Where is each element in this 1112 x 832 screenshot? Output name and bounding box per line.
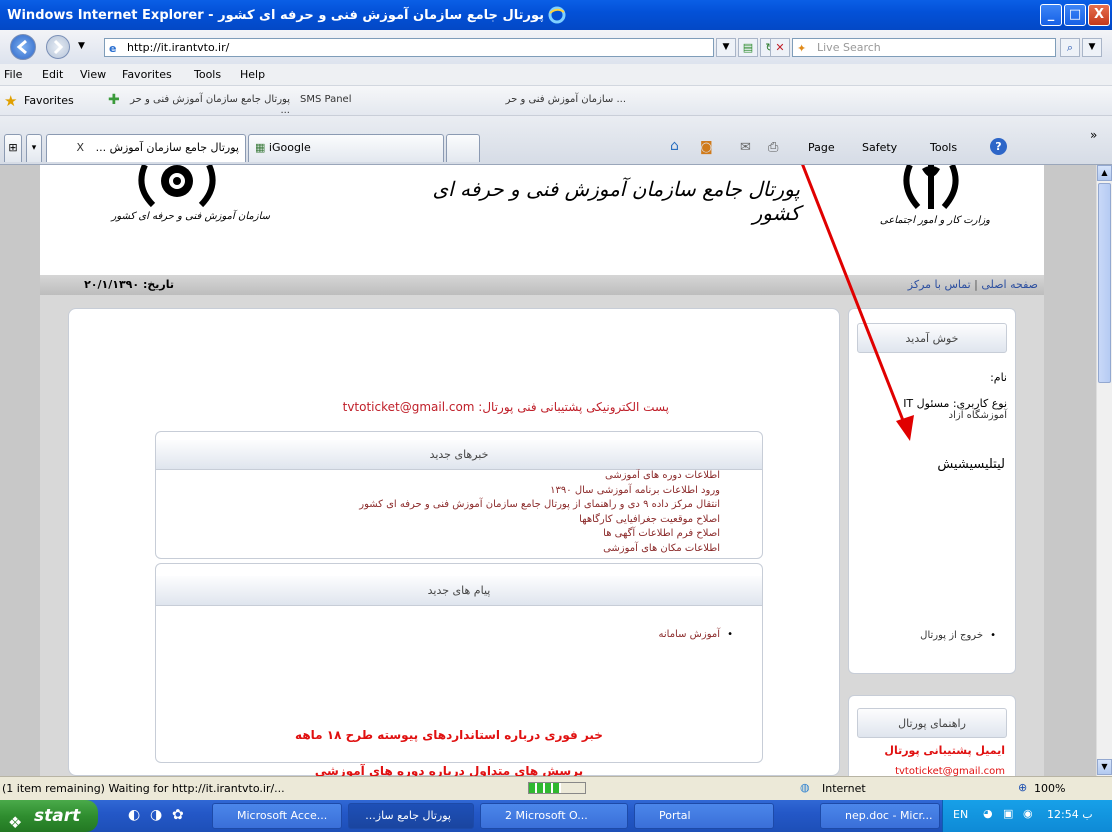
forward-button[interactable]: [46, 35, 70, 59]
tab-igoogle-label: iGoogle: [268, 141, 311, 154]
live-search-icon: ✦: [797, 42, 807, 55]
help-icon[interactable]: ?: [990, 138, 1007, 155]
task-label: Microsoft Acce...: [237, 809, 328, 822]
page-icon: e: [109, 42, 117, 55]
task-label: پورتال جامع ساز...: [365, 809, 451, 822]
window-title: پورتال جامع سازمان آموزش فنی و حرفه ای ک…: [7, 8, 544, 23]
task-access[interactable]: Microsoft Acce...: [212, 803, 342, 829]
search-placeholder: Live Search: [817, 41, 881, 54]
search-options-chevron-icon[interactable]: ▼: [1082, 38, 1102, 57]
search-input[interactable]: ✦ Live Search: [792, 38, 1056, 57]
clock: 12:54 ب: [1047, 808, 1093, 821]
scroll-down-icon[interactable]: ▼: [1097, 759, 1112, 775]
compatibility-icon[interactable]: ▤: [738, 38, 758, 57]
zoom-level[interactable]: 100%: [1034, 782, 1065, 795]
add-favorite-icon[interactable]: ✚: [108, 92, 120, 108]
menu-edit[interactable]: Edit: [42, 68, 63, 81]
fav-link-2[interactable]: SMS Panel: [300, 94, 351, 105]
menu-bar: File Edit View Favorites Tools Help: [0, 64, 1112, 86]
scroll-thumb[interactable]: [1098, 183, 1111, 383]
menu-help[interactable]: Help: [240, 68, 265, 81]
tab-portal[interactable]: پورتال جامع سازمان آموزش ... X: [46, 134, 246, 162]
language-indicator[interactable]: EN: [953, 808, 968, 821]
tab-list-chevron-icon[interactable]: ▾: [26, 134, 42, 162]
start-label: start: [34, 806, 81, 826]
close-window-button[interactable]: X: [1088, 4, 1110, 26]
safety-menu[interactable]: Safety: [862, 141, 897, 154]
maximize-button[interactable]: □: [1064, 4, 1086, 26]
fav-link-3[interactable]: ... سازمان آموزش فنی و حر: [396, 94, 626, 105]
web-page: سازمان آموزش فنی و حرفه ای کشور پورتال ج…: [0, 165, 1096, 776]
task-label: 2 Microsoft O...: [505, 809, 588, 822]
tab-bar: ⊞ ▾ پورتال جامع سازمان آموزش ... X ▦ iGo…: [0, 116, 1112, 165]
task-word[interactable]: nep.doc - Micr...: [820, 803, 940, 829]
system-tray: EN ◕ ▣ ◉ 12:54 ب: [942, 800, 1112, 832]
tab-portal-label: پورتال جامع سازمان آموزش ...: [95, 141, 239, 154]
ie-logo-icon: [548, 6, 566, 24]
start-button[interactable]: ❖ start: [0, 800, 98, 832]
task-label: Portal: [659, 809, 691, 822]
page-scrollbar[interactable]: ▲ ▼: [1096, 165, 1112, 776]
menu-tools[interactable]: Tools: [194, 68, 221, 81]
back-button[interactable]: [10, 34, 36, 60]
status-text: (1 item remaining) Waiting for http://it…: [2, 782, 285, 795]
tray-icon[interactable]: ◕: [983, 807, 993, 820]
tray-icon[interactable]: ▣: [1003, 807, 1013, 820]
tray-icon[interactable]: ◉: [1023, 807, 1033, 820]
tab-igoogle[interactable]: ▦ iGoogle: [248, 134, 444, 162]
scroll-up-icon[interactable]: ▲: [1097, 165, 1112, 181]
address-toolbar: ▼ e http://it.irantvto.ir/ ▼ ▤ ↻ ✦ Live …: [0, 30, 1112, 64]
task-portal[interactable]: پورتال جامع ساز...: [348, 803, 474, 829]
menu-file[interactable]: File: [4, 68, 22, 81]
minimize-button[interactable]: _: [1040, 4, 1062, 26]
home-icon[interactable]: ⌂: [670, 138, 679, 154]
windows-logo-icon: ❖: [8, 813, 23, 832]
task-label: nep.doc - Micr...: [845, 809, 933, 822]
quicklaunch-ie-icon[interactable]: ◐: [128, 807, 140, 823]
tab-close-icon[interactable]: X: [77, 141, 85, 154]
print-icon[interactable]: ⎙: [768, 140, 778, 155]
taskbar: ❖ start ◐ ◑ ✿ Microsoft Acce... پورتال ج…: [0, 800, 1112, 832]
url-input[interactable]: e http://it.irantvto.ir/: [104, 38, 714, 57]
stop-icon[interactable]: ✕: [770, 38, 790, 57]
task-office[interactable]: 2 Microsoft O...: [480, 803, 628, 829]
internet-zone-icon: ◍: [800, 781, 810, 794]
search-go-icon[interactable]: ⌕: [1060, 38, 1080, 57]
fav-link-1[interactable]: پورتال جامع سازمان آموزش فنی و حر ...: [130, 94, 290, 116]
zoom-icon: ⊕: [1018, 781, 1028, 794]
igoogle-icon: ▦: [255, 141, 266, 154]
zone-label: Internet: [822, 782, 866, 795]
task-portal-folder[interactable]: Portal: [634, 803, 774, 829]
quick-tabs-icon[interactable]: ⊞: [4, 134, 22, 162]
progress-bar: [528, 782, 586, 794]
favorites-bar: ★ Favorites ✚ پورتال جامع سازمان آموزش ف…: [0, 86, 1112, 116]
feeds-icon[interactable]: ◙: [700, 140, 713, 155]
mail-icon[interactable]: ✉: [740, 140, 751, 155]
toolbar-overflow-icon[interactable]: »: [1090, 128, 1097, 142]
url-dropdown-chevron-icon[interactable]: ▼: [716, 38, 736, 57]
menu-favorites[interactable]: Favorites: [122, 68, 172, 81]
status-bar: (1 item remaining) Waiting for http://it…: [0, 776, 1112, 800]
menu-view[interactable]: View: [80, 68, 106, 81]
quicklaunch-icon[interactable]: ◑: [150, 807, 162, 823]
favorites-star-icon: ★: [4, 92, 18, 110]
new-tab-button[interactable]: [446, 134, 480, 162]
annotation-arrow: [801, 165, 914, 441]
tools-menu[interactable]: Tools: [930, 141, 957, 154]
window-titlebar[interactable]: پورتال جامع سازمان آموزش فنی و حرفه ای ک…: [0, 0, 1112, 30]
quicklaunch-icon[interactable]: ✿: [172, 807, 184, 823]
url-text: http://it.irantvto.ir/: [127, 41, 230, 54]
recent-pages-chevron-icon[interactable]: ▼: [78, 41, 85, 51]
favorites-button[interactable]: Favorites: [24, 94, 74, 107]
page-menu[interactable]: Page: [808, 141, 835, 154]
